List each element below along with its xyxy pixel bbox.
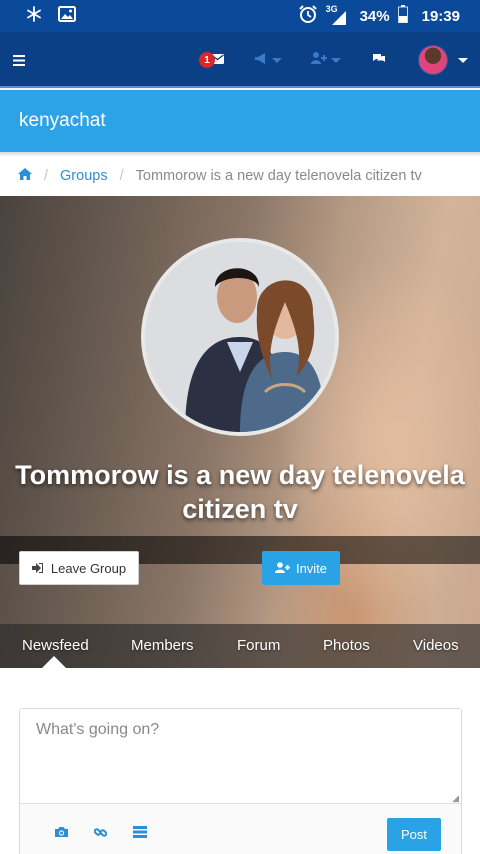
tab-videos[interactable]: Videos — [413, 624, 459, 668]
snowflake-icon — [26, 6, 42, 26]
tab-members[interactable]: Members — [131, 624, 194, 668]
group-tabs: Newsfeed Members Forum Photos Videos — [0, 624, 480, 668]
announcements-button[interactable] — [253, 32, 283, 88]
add-user-icon — [274, 561, 290, 576]
chevron-down-icon — [272, 57, 282, 63]
status-input[interactable] — [20, 709, 461, 803]
chat-button[interactable] — [371, 32, 387, 88]
group-avatar[interactable] — [141, 238, 339, 436]
clock: 19:39 — [421, 7, 460, 25]
chevron-down-icon — [331, 57, 341, 63]
breadcrumb-groups[interactable]: Groups — [60, 168, 108, 184]
breadcrumb-separator: / — [119, 168, 124, 184]
composer-toolbar: Post — [20, 803, 461, 854]
bullhorn-icon — [254, 51, 268, 69]
newsfeed-content: ◢ Post — [0, 668, 480, 854]
alarm-icon — [298, 4, 318, 28]
site-header: kenyachat — [0, 90, 480, 154]
group-cover: Tommorow is a new day telenovela citizen… — [0, 196, 480, 668]
chevron-down-icon — [458, 57, 468, 63]
battery-icon — [397, 5, 408, 27]
messages-button[interactable]: 1 — [199, 32, 226, 88]
friend-requests-button[interactable] — [310, 32, 342, 88]
invite-label: Invite — [295, 560, 328, 576]
group-title: Tommorow is a new day telenovela citizen… — [15, 460, 465, 524]
avatar — [418, 45, 448, 75]
link-icon[interactable] — [91, 824, 109, 840]
sign-out-icon — [31, 561, 43, 576]
post-button[interactable]: Post — [387, 818, 441, 851]
breadcrumb-separator: / — [44, 168, 49, 184]
home-icon[interactable] — [18, 168, 32, 184]
breadcrumb-current: Tommorow is a new day telenovela citizen… — [135, 168, 422, 184]
tab-photos[interactable]: Photos — [323, 624, 370, 668]
leave-group-label: Leave Group — [50, 560, 127, 576]
post-composer: ◢ Post — [19, 708, 462, 854]
network-icon: 3G — [326, 4, 348, 26]
site-title[interactable]: kenyachat — [19, 110, 106, 132]
gallery-icon — [58, 6, 76, 26]
battery-percent: 34% — [359, 7, 390, 25]
invite-button[interactable]: Invite — [262, 551, 340, 585]
user-menu-button[interactable] — [416, 32, 470, 88]
status-bar: 3G 34% 19:39 — [0, 0, 480, 32]
add-user-icon — [311, 51, 327, 69]
top-navbar: 1 — [0, 32, 480, 88]
message-badge: 1 — [199, 52, 215, 68]
menu-icon[interactable] — [10, 32, 28, 88]
active-tab-indicator — [42, 656, 66, 668]
list-icon[interactable] — [131, 824, 149, 840]
leave-group-button[interactable]: Leave Group — [19, 551, 139, 585]
breadcrumb: / Groups / Tommorow is a new day telenov… — [0, 156, 480, 196]
chat-icon — [372, 51, 386, 69]
tab-forum[interactable]: Forum — [237, 624, 280, 668]
camera-icon[interactable] — [52, 824, 70, 840]
